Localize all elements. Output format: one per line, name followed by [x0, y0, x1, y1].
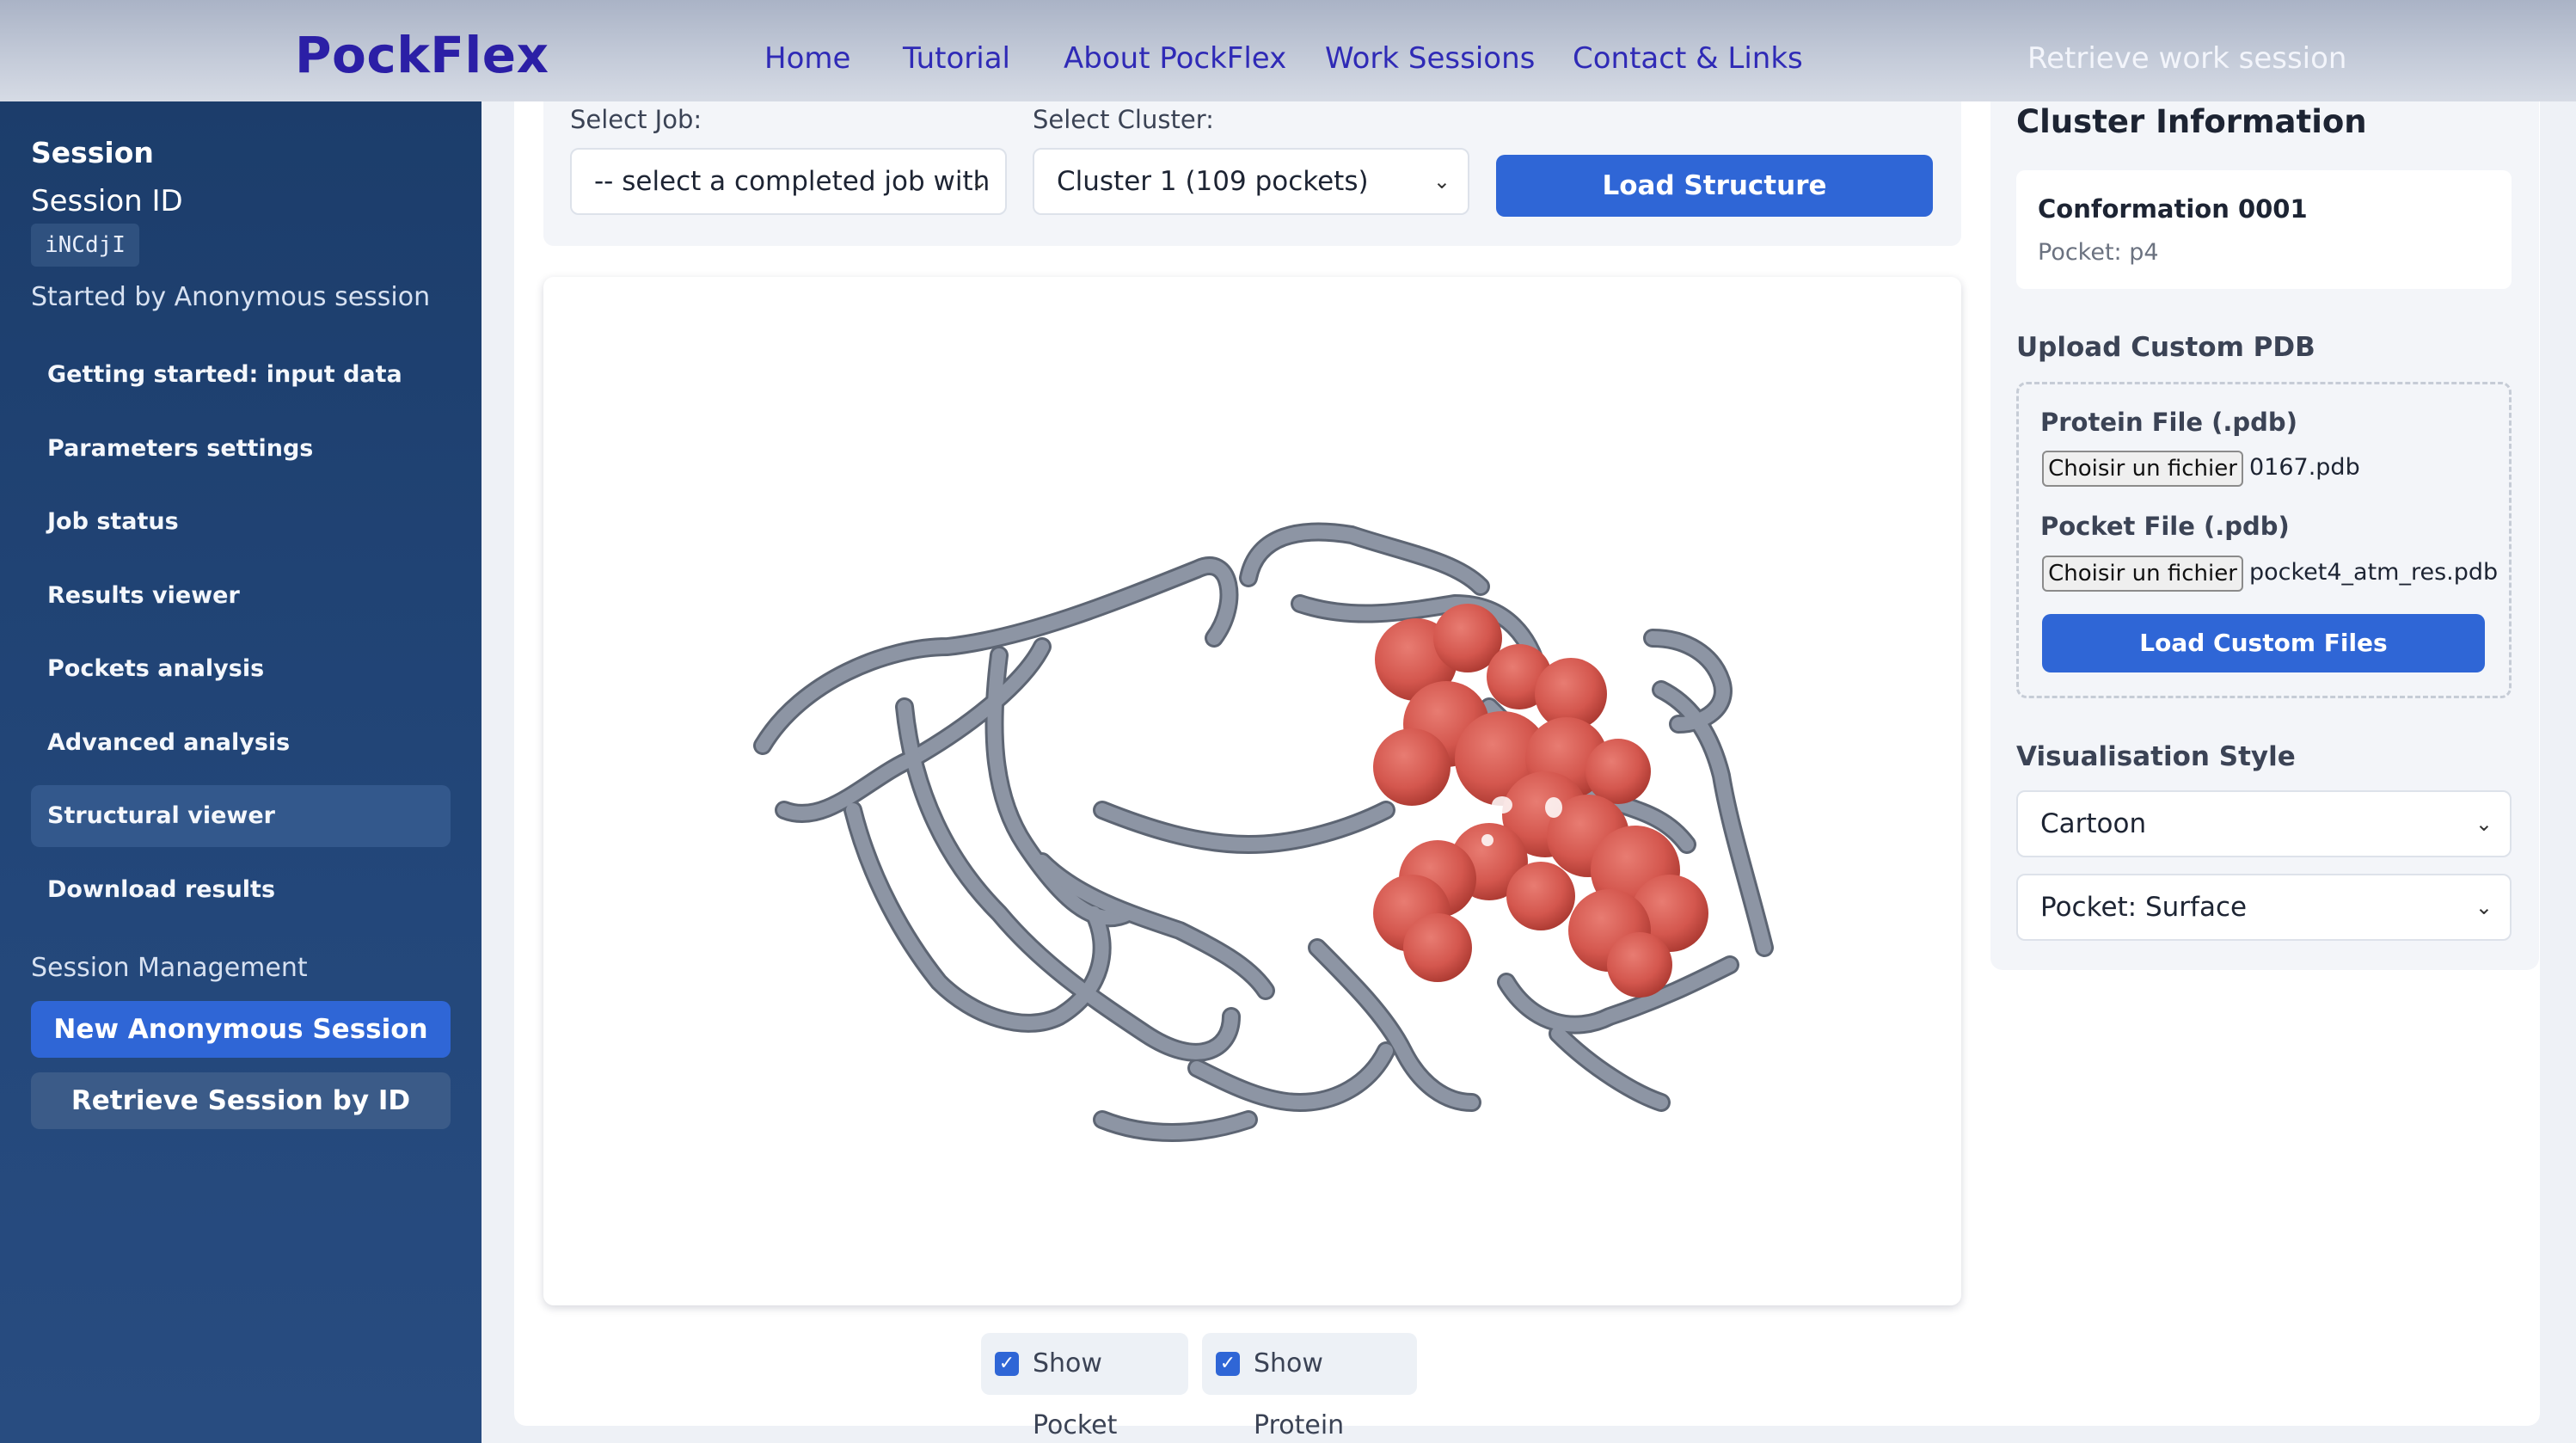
- sidebar-item-download-results[interactable]: Download results: [31, 859, 451, 921]
- pocket-file-choose-button[interactable]: Choisir un fichier: [2042, 556, 2243, 592]
- brand-logo[interactable]: PockFlex: [295, 26, 549, 84]
- nav-home[interactable]: Home: [764, 41, 850, 76]
- nav-contact-links[interactable]: Contact & Links: [1573, 41, 1803, 76]
- load-structure-button[interactable]: Load Structure: [1496, 155, 1933, 217]
- pocket-style-dropdown[interactable]: Pocket: Surface ⌄: [2016, 874, 2512, 941]
- show-pocket-toggle[interactable]: ✓ Show Pocket: [981, 1333, 1188, 1440]
- sidebar-title: Session: [31, 136, 154, 169]
- nav-retrieve-work-session[interactable]: Retrieve work session: [2027, 41, 2346, 76]
- select-job-dropdown[interactable]: -- select a completed job with ⌄: [570, 148, 1007, 215]
- select-job-value: -- select a completed job with: [594, 166, 991, 197]
- session-id-label: Session ID: [31, 184, 183, 218]
- chevron-down-icon: ⌄: [1432, 169, 1451, 193]
- session-management-label: Session Management: [31, 953, 308, 983]
- upload-custom-pdb-heading: Upload Custom PDB: [2016, 332, 2315, 363]
- conformation-pocket: Pocket: p4: [2038, 239, 2159, 266]
- conformation-info-card: [2016, 170, 2512, 289]
- protein-file-label: Protein File (.pdb): [2040, 408, 2297, 437]
- new-anonymous-session-button[interactable]: New Anonymous Session: [31, 1001, 451, 1058]
- show-protein-toggle[interactable]: ✓ Show Protein: [1202, 1333, 1417, 1440]
- sidebar-item-job-status[interactable]: Job status: [31, 491, 451, 553]
- select-cluster-label: Select Cluster:: [1033, 105, 1214, 134]
- select-cluster-dropdown[interactable]: Cluster 1 (109 pockets) ⌄: [1033, 148, 1469, 215]
- nav-tutorial[interactable]: Tutorial: [903, 41, 1010, 76]
- nav-about[interactable]: About PockFlex: [1064, 41, 1286, 76]
- pocket-file-name: pocket4_atm_res.pdb: [2249, 559, 2499, 586]
- session-id-value: iNCdjI: [31, 224, 139, 267]
- nav-work-sessions[interactable]: Work Sessions: [1325, 41, 1535, 76]
- show-protein-label: Show Protein: [1254, 1348, 1345, 1440]
- sidebar-item-results-viewer[interactable]: Results viewer: [31, 565, 451, 627]
- chevron-down-icon: ⌄: [2475, 812, 2493, 836]
- session-sidebar: Session Session ID iNCdjI Started by Ano…: [0, 101, 481, 1443]
- protein-structure-render: [753, 522, 1774, 1142]
- chevron-down-icon: ⌄: [970, 169, 988, 193]
- conformation-name: Conformation 0001: [2038, 194, 2308, 224]
- select-job-label: Select Job:: [570, 105, 702, 134]
- sidebar-item-advanced-analysis[interactable]: Advanced analysis: [31, 712, 451, 774]
- pocket-surface: [1373, 604, 1708, 998]
- visualisation-style-heading: Visualisation Style: [2016, 741, 2296, 772]
- sidebar-item-pockets-analysis[interactable]: Pockets analysis: [31, 638, 451, 700]
- pocket-style-value: Pocket: Surface: [2040, 892, 2248, 923]
- top-navigation-bar: PockFlex Home Tutorial About PockFlex Wo…: [0, 0, 2576, 101]
- show-pocket-label: Show Pocket: [1033, 1348, 1118, 1440]
- pocket-file-label: Pocket File (.pdb): [2040, 512, 2290, 541]
- sidebar-item-structural-viewer[interactable]: Structural viewer: [31, 785, 451, 847]
- sidebar-item-parameters[interactable]: Parameters settings: [31, 418, 451, 480]
- main-style-dropdown[interactable]: Cartoon ⌄: [2016, 790, 2512, 857]
- cluster-information-heading: Cluster Information: [2016, 103, 2367, 140]
- chevron-down-icon: ⌄: [2475, 895, 2493, 919]
- protein-file-name: 0167.pdb: [2249, 454, 2360, 481]
- select-cluster-value: Cluster 1 (109 pockets): [1057, 166, 1369, 197]
- retrieve-session-button[interactable]: Retrieve Session by ID: [31, 1072, 451, 1129]
- structure-viewer-canvas[interactable]: [543, 277, 1961, 1305]
- main-style-value: Cartoon: [2040, 808, 2147, 839]
- session-started-by: Started by Anonymous session: [31, 282, 431, 312]
- load-custom-files-button[interactable]: Load Custom Files: [2042, 614, 2485, 672]
- show-pocket-checkbox[interactable]: ✓: [995, 1352, 1019, 1376]
- sidebar-item-getting-started[interactable]: Getting started: input data: [31, 344, 451, 406]
- protein-file-choose-button[interactable]: Choisir un fichier: [2042, 451, 2243, 487]
- show-protein-checkbox[interactable]: ✓: [1216, 1352, 1240, 1376]
